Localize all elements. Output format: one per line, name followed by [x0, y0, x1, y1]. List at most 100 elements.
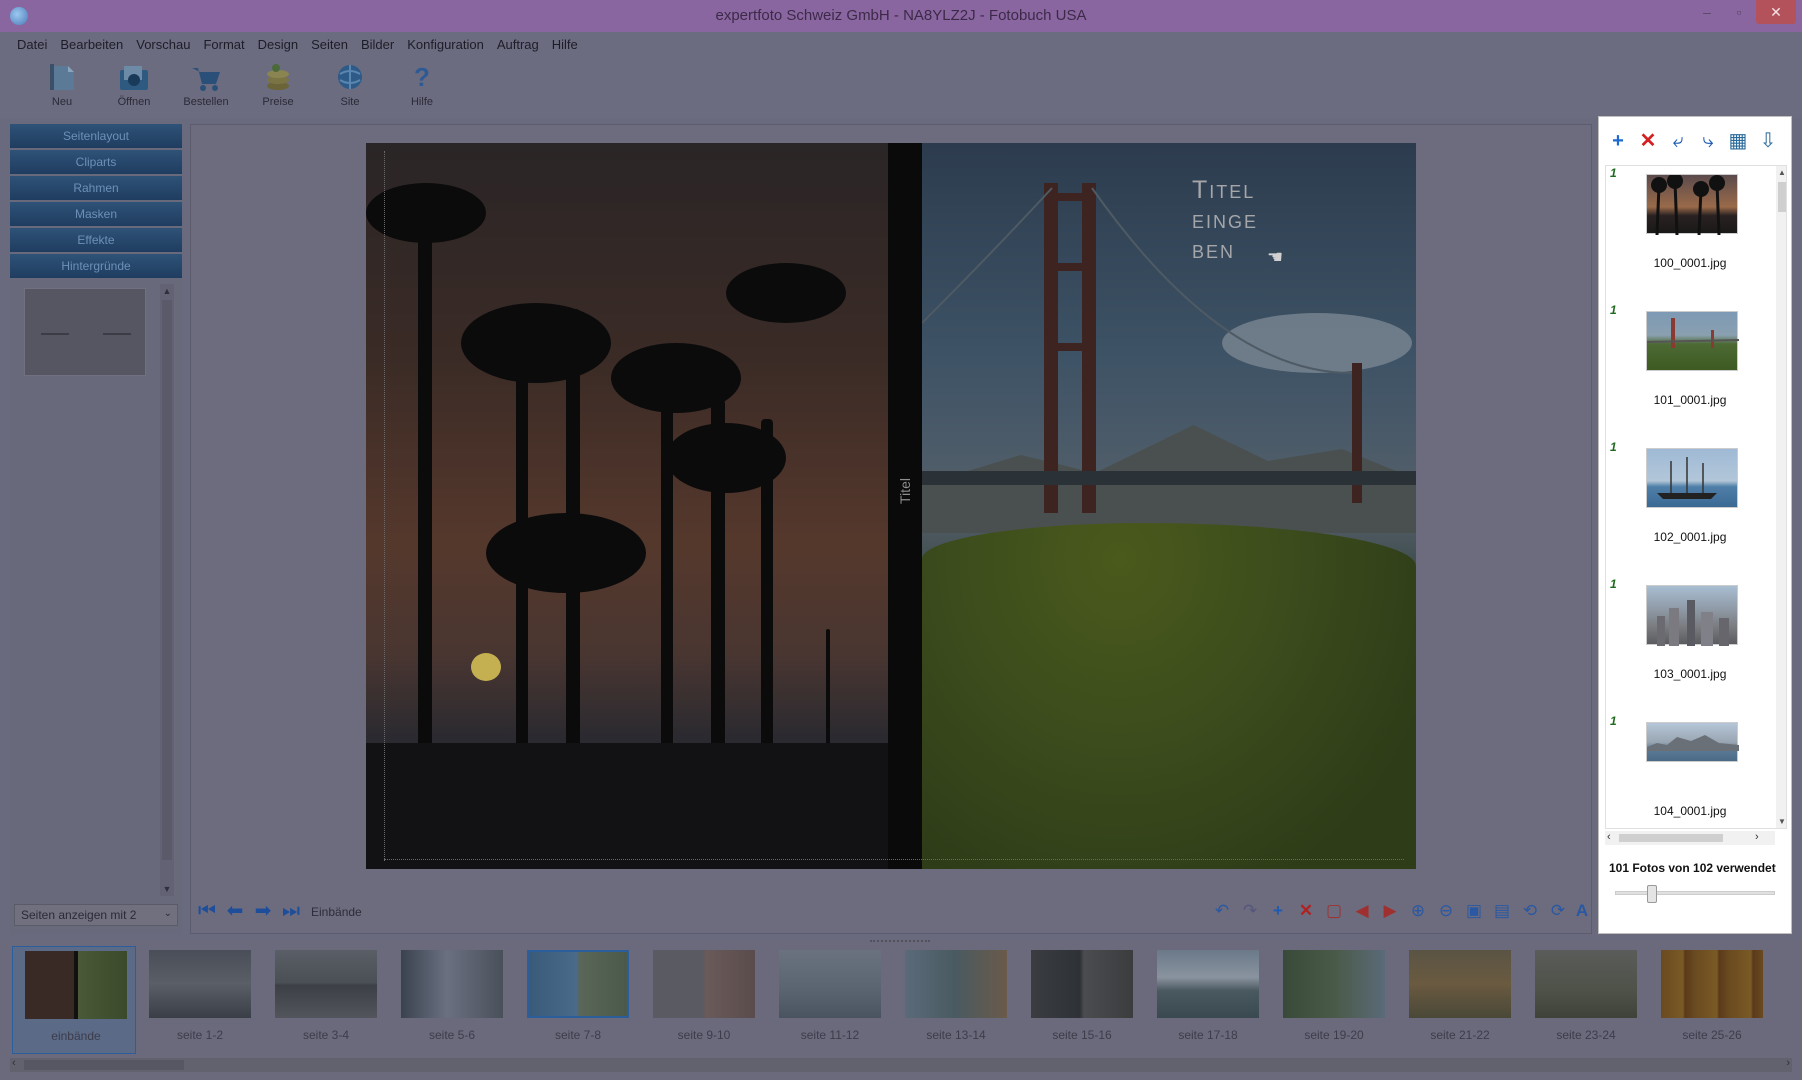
page-thumb[interactable]: seite 15-16: [1019, 946, 1143, 1054]
order-button[interactable]: Bestellen: [170, 56, 242, 118]
section-rahmen[interactable]: Rahmen: [10, 176, 182, 200]
photo-item[interactable]: 1 104_0001.jpg: [1606, 714, 1774, 828]
last-page-icon[interactable]: ⏭: [279, 899, 303, 923]
close-button[interactable]: ✕: [1756, 0, 1796, 24]
scroll-left-icon[interactable]: ‹: [1607, 831, 1611, 843]
photo-list-hscrollbar[interactable]: ‹ ›: [1605, 831, 1775, 845]
menu-vorschau[interactable]: Vorschau: [131, 32, 198, 56]
photo-item[interactable]: 1 101_0001.jpg: [1606, 303, 1774, 440]
menu-auftrag[interactable]: Auftrag: [492, 32, 547, 56]
menu-bilder[interactable]: Bilder: [356, 32, 402, 56]
scroll-up-icon[interactable]: ▲: [1776, 168, 1786, 177]
section-effekte[interactable]: Effekte: [10, 228, 182, 252]
prices-button[interactable]: Preise: [242, 56, 314, 118]
scrollbar-thumb[interactable]: [162, 300, 172, 860]
slider-handle[interactable]: [1647, 885, 1657, 903]
page-strip-scrollbar[interactable]: ‹ ›: [10, 1057, 1792, 1072]
scrollbar-thumb[interactable]: [1778, 182, 1786, 212]
add-icon[interactable]: +: [1267, 899, 1289, 923]
maximize-button[interactable]: ▫: [1724, 0, 1754, 24]
delete-icon[interactable]: ✕: [1295, 899, 1317, 923]
page-thumb[interactable]: seite 5-6: [389, 946, 513, 1054]
page-thumb[interactable]: seite 19-20: [1271, 946, 1395, 1054]
scroll-down-icon[interactable]: ▼: [1776, 817, 1786, 826]
section-masken[interactable]: Masken: [10, 202, 182, 226]
rotate-right-icon[interactable]: ⟳: [1547, 899, 1569, 923]
thumbnail-size-slider[interactable]: [1615, 891, 1775, 895]
photo-thumbnail[interactable]: [1646, 722, 1739, 762]
remove-photo-icon[interactable]: ✕: [1633, 129, 1663, 153]
next-page-icon[interactable]: ➡: [251, 899, 275, 923]
move-right-icon[interactable]: ▶: [1379, 899, 1401, 923]
page-thumb[interactable]: seite 9-10: [641, 946, 765, 1054]
menu-bearbeiten[interactable]: Bearbeiten: [55, 32, 131, 56]
page-thumb[interactable]: seite 3-4: [263, 946, 387, 1054]
book-spine[interactable]: Titel: [888, 143, 922, 869]
back-cover-photo[interactable]: [366, 143, 888, 869]
scroll-right-icon[interactable]: ›: [1755, 831, 1759, 843]
scroll-up-icon[interactable]: ▲: [160, 286, 174, 296]
page-thumb[interactable]: seite 17-18: [1145, 946, 1269, 1054]
menu-format[interactable]: Format: [198, 32, 252, 56]
first-page-icon[interactable]: ⏮: [195, 899, 219, 923]
layout-preview[interactable]: [24, 288, 146, 376]
scrollbar-thumb[interactable]: [1619, 834, 1723, 842]
page-thumb-cover[interactable]: einbände: [12, 946, 136, 1054]
cover-title-text[interactable]: Titel einge ben: [1192, 175, 1258, 265]
rotate-left-icon[interactable]: ⟲: [1519, 899, 1541, 923]
open-button[interactable]: Öffnen: [98, 56, 170, 118]
page-thumb[interactable]: seite 21-22: [1397, 946, 1521, 1054]
preview-icon[interactable]: ▤: [1491, 899, 1513, 923]
photo-thumbnail[interactable]: [1646, 448, 1738, 508]
photo-item[interactable]: 1 102_0001.jpg: [1606, 440, 1774, 577]
menu-seiten[interactable]: Seiten: [306, 32, 356, 56]
download-photo-icon[interactable]: ⇩: [1753, 129, 1783, 153]
left-panel-scrollbar[interactable]: ▲ ▼: [160, 284, 174, 896]
photo-thumbnail[interactable]: [1646, 585, 1738, 646]
front-cover-photo[interactable]: Titel einge ben ☚: [922, 143, 1416, 869]
page-thumb[interactable]: seite 11-12: [767, 946, 891, 1054]
scroll-right-icon[interactable]: ›: [1786, 1057, 1790, 1069]
zoom-out-icon[interactable]: ⊖: [1435, 899, 1457, 923]
new-button[interactable]: Neu: [26, 56, 98, 118]
page-thumb[interactable]: seite 13-14: [893, 946, 1017, 1054]
photo-thumbnail[interactable]: [1646, 311, 1740, 371]
scroll-left-icon[interactable]: ‹: [12, 1057, 16, 1069]
scrollbar-thumb[interactable]: [24, 1060, 184, 1070]
spine-title[interactable]: Titel: [897, 478, 913, 504]
text-icon[interactable]: A: [1571, 899, 1593, 923]
zoom-in-icon[interactable]: ⊕: [1407, 899, 1429, 923]
page-thumb[interactable]: seite 25-26: [1649, 946, 1773, 1054]
page-thumb[interactable]: seite 7-8: [515, 946, 639, 1054]
redo-icon[interactable]: ↷: [1239, 899, 1261, 923]
previous-page-icon[interactable]: ⬅: [223, 899, 247, 923]
add-photo-icon[interactable]: +: [1603, 129, 1633, 153]
export-photo-icon[interactable]: ⤷: [1693, 129, 1723, 153]
pages-display-select[interactable]: Seiten anzeigen mit 2 ⌄: [14, 904, 178, 926]
photo-thumbnail[interactable]: [1646, 173, 1738, 236]
import-photo-icon[interactable]: ⤶: [1663, 129, 1693, 153]
photo-list-scrollbar[interactable]: ▲ ▼: [1776, 166, 1786, 828]
site-button[interactable]: Site: [314, 56, 386, 118]
insert-page-icon[interactable]: ▢: [1323, 899, 1345, 923]
menu-design[interactable]: Design: [253, 32, 306, 56]
undo-icon[interactable]: ↶: [1211, 899, 1233, 923]
fit-page-icon[interactable]: ▣: [1463, 899, 1485, 923]
photo-item[interactable]: 1 100_0001.jpg: [1606, 166, 1774, 303]
menu-konfiguration[interactable]: Konfiguration: [402, 32, 492, 56]
photo-library-icon[interactable]: ▦: [1723, 129, 1753, 153]
section-hintergruende[interactable]: Hintergründe: [10, 254, 182, 278]
section-cliparts[interactable]: Cliparts: [10, 150, 182, 174]
book-spread[interactable]: Titel Titel einge ben ☚: [366, 143, 1416, 869]
move-left-icon[interactable]: ◀: [1351, 899, 1373, 923]
menu-datei[interactable]: Datei: [12, 32, 55, 56]
page-thumb[interactable]: seite 1-2: [137, 946, 261, 1054]
minimize-button[interactable]: –: [1692, 0, 1722, 24]
help-button[interactable]: ? Hilfe: [386, 56, 458, 118]
scroll-down-icon[interactable]: ▼: [160, 884, 174, 894]
menu-hilfe[interactable]: Hilfe: [547, 32, 586, 56]
resize-grip[interactable]: [870, 940, 930, 944]
page-thumb[interactable]: seite 23-24: [1523, 946, 1647, 1054]
photo-item[interactable]: 1 103_0001.jpg: [1606, 577, 1774, 714]
section-seitenlayout[interactable]: Seitenlayout: [10, 124, 182, 148]
